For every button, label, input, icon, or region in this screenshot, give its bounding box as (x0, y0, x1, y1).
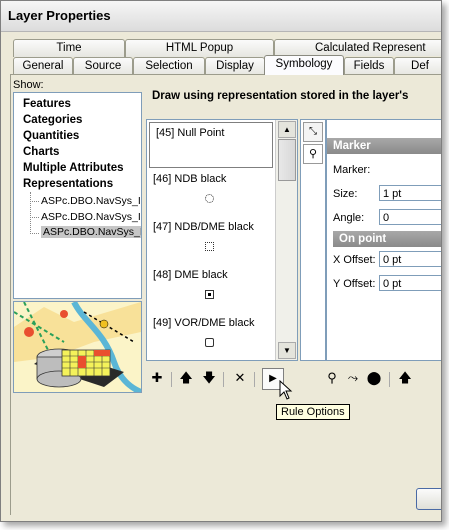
marker-label: Marker: (333, 164, 371, 176)
toolbar-separator (171, 372, 172, 387)
rule-options-tooltip: Rule Options (276, 404, 350, 420)
add-geometric-effect-icon[interactable]: ⤳ (344, 369, 362, 387)
tree-line (30, 217, 39, 218)
show-item-representations[interactable]: Representations (23, 178, 113, 190)
tab-display[interactable]: Display (205, 57, 265, 75)
tab-time[interactable]: Time (13, 39, 125, 57)
rule-label: [49] VOR/DME black (153, 317, 255, 329)
scroll-thumb[interactable] (278, 139, 296, 181)
tab-general[interactable]: General (13, 57, 73, 75)
rule-label: [48] DME black (153, 269, 228, 281)
on-point-header-text: On point (339, 233, 387, 245)
angle-field[interactable]: 0 (379, 209, 441, 225)
tree-line (30, 192, 32, 232)
tab-symbology[interactable]: Symbology (264, 55, 344, 75)
representation-item-selected[interactable]: ASPc.DBO.NavSys_I (41, 226, 141, 238)
toolbar-separator (389, 372, 390, 387)
marker-layer-icon[interactable]: ⚲ (303, 144, 323, 164)
rules-list[interactable]: [45] Null Point [46] NDB black [47] NDB/… (146, 119, 298, 361)
vor-dme-symbol-icon (205, 338, 214, 347)
tab-label: Fields (353, 60, 385, 72)
x-offset-label: X Offset: (333, 254, 376, 266)
scroll-up-button[interactable]: ▲ (278, 121, 296, 138)
tab-html-popup[interactable]: HTML Popup (125, 39, 274, 57)
add-fill-icon[interactable]: ⬤ (365, 369, 383, 387)
ndb-dme-symbol-icon (205, 242, 214, 251)
angle-label: Angle: (333, 212, 365, 224)
on-point-section-header: On point (333, 231, 441, 247)
rule-item-selected[interactable]: [45] Null Point (149, 122, 273, 168)
x-offset-field[interactable]: 0 pt (379, 251, 441, 267)
tab-label: Calculated Represent (315, 42, 426, 54)
preview-map-graphic (14, 302, 141, 392)
representation-preview (13, 301, 142, 393)
tab-label: General (22, 60, 64, 72)
rule-item[interactable]: [48] DME black (147, 264, 271, 312)
y-offset-label: Y Offset: (333, 278, 376, 290)
move-layer-up-icon[interactable]: 🡅 (396, 369, 414, 387)
tab-label: Def (411, 60, 429, 72)
marker-properties-panel: Marker Marker: Size: 1 pt Angle: 0 On po… (326, 119, 441, 361)
tab-definition-query[interactable]: Def (394, 57, 441, 75)
select-tool-icon[interactable]: ⤡ (303, 122, 323, 142)
toolbar-separator (223, 372, 224, 387)
move-up-icon[interactable]: 🡅 (177, 369, 195, 387)
y-offset-field[interactable]: 0 pt (379, 275, 441, 291)
dme-symbol-dot (208, 293, 211, 296)
show-item-multiple-attributes[interactable]: Multiple Attributes (23, 162, 124, 174)
window-title: Layer Properties (8, 8, 111, 23)
add-rule-icon[interactable]: ✚ (148, 369, 166, 387)
tab-selection[interactable]: Selection (133, 57, 205, 75)
toolbar-separator (254, 372, 255, 387)
show-label: Show: (13, 79, 44, 91)
tab-label: Display (216, 60, 254, 72)
show-item-charts[interactable]: Charts (23, 146, 59, 158)
renderer-description: Draw using representation stored in the … (152, 90, 409, 102)
marker-header-text: Marker (333, 140, 371, 152)
rule-label: [46] NDB black (153, 173, 227, 185)
symbology-page: Show: Features Categories Quantities Cha… (10, 74, 441, 515)
scroll-down-button[interactable]: ▼ (278, 342, 296, 359)
remove-rule-icon[interactable]: ✕ (231, 369, 249, 387)
size-label: Size: (333, 188, 358, 200)
tab-fields[interactable]: Fields (344, 57, 394, 75)
show-tree: Features Categories Quantities Charts Mu… (13, 92, 142, 299)
representation-item[interactable]: ASPc.DBO.NavSys_I (41, 195, 141, 207)
rules-scrollbar[interactable]: ▲ ▼ (275, 120, 297, 360)
size-field[interactable]: 1 pt (379, 185, 441, 201)
move-down-icon[interactable]: 🡇 (200, 369, 218, 387)
show-item-quantities[interactable]: Quantities (23, 130, 79, 142)
show-item-categories[interactable]: Categories (23, 114, 82, 126)
tab-label: Time (56, 42, 82, 54)
rule-label: [45] Null Point (156, 127, 225, 139)
title-bar[interactable]: Layer Properties (1, 1, 441, 32)
layer-properties-dialog: Layer Properties Time HTML Popup Calcula… (0, 0, 442, 522)
rule-label: [47] NDB/DME black (153, 221, 254, 233)
rule-item[interactable]: [47] NDB/DME black (147, 216, 271, 264)
tab-label: Symbology (275, 58, 333, 70)
layer-tool-strip: ⤡ ⚲ (300, 119, 326, 361)
tooltip-text: Rule Options (281, 406, 345, 418)
ok-button[interactable] (416, 488, 441, 510)
marker-section-header: Marker (327, 138, 441, 154)
tab-label: Selection (145, 60, 193, 72)
rule-item[interactable]: [49] VOR/DME black (147, 312, 271, 360)
rule-item[interactable]: [46] NDB black (147, 168, 271, 216)
tab-calculated-representation[interactable]: Calculated Represent (274, 39, 441, 56)
tab-source[interactable]: Source (73, 57, 133, 75)
add-marker-icon[interactable]: ⚲ (323, 369, 341, 387)
mouse-cursor-icon (279, 380, 293, 400)
representation-item[interactable]: ASPc.DBO.NavSys_I (41, 211, 141, 223)
tab-label: Source (84, 60, 122, 72)
tree-line (30, 201, 39, 202)
ndb-symbol-icon (205, 194, 214, 203)
show-item-features[interactable]: Features (23, 98, 71, 110)
tab-label: HTML Popup (165, 42, 234, 54)
tree-line (30, 233, 39, 234)
